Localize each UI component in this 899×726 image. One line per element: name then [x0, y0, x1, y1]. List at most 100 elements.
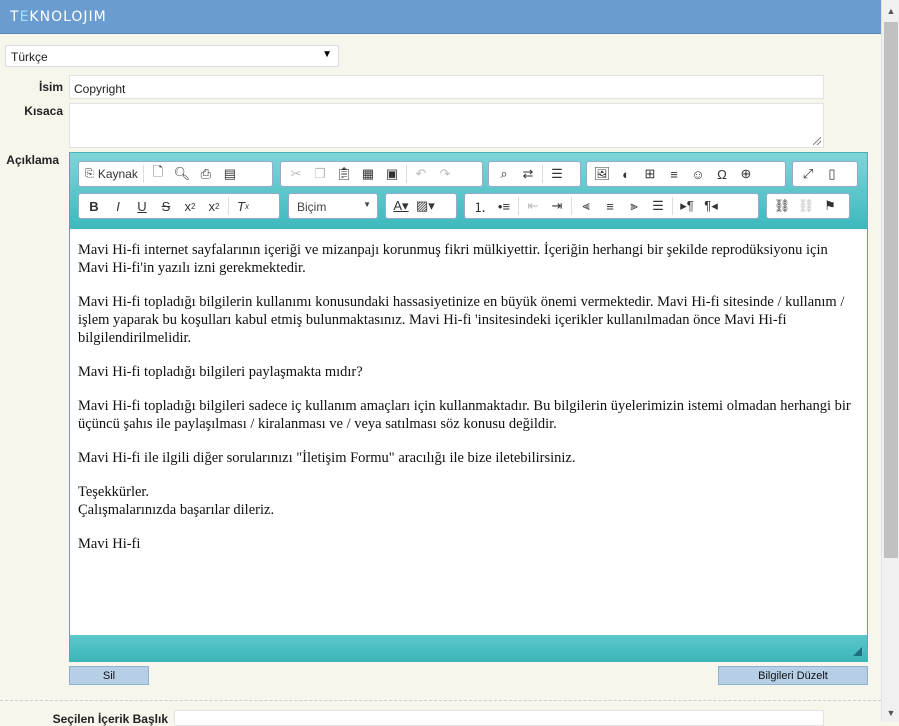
italic-icon[interactable]: I: [106, 195, 130, 217]
update-button[interactable]: Bilgileri Düzelt: [718, 666, 868, 685]
format-dropdown[interactable]: Biçim ▼: [288, 193, 378, 219]
strikethrough-icon[interactable]: S: [154, 195, 178, 217]
ltr-icon[interactable]: ▸¶: [675, 195, 699, 217]
editor-content[interactable]: Mavi Hi-fi internet sayfalarının içeriği…: [70, 229, 867, 635]
justify-icon[interactable]: ☰: [646, 195, 670, 217]
background-color-icon[interactable]: ▨▾: [413, 195, 438, 217]
paste-icon[interactable]: 📋︎: [332, 163, 356, 185]
paste-word-icon[interactable]: ▣: [380, 163, 404, 185]
paragraph: Teşekkürler.: [78, 484, 150, 500]
chevron-down-icon: ▼: [322, 49, 332, 60]
find-icon[interactable]: ⌕: [492, 163, 516, 185]
selected-title-input[interactable]: [174, 710, 824, 726]
smiley-icon[interactable]: ☺: [686, 163, 710, 185]
scroll-up-icon[interactable]: ▲: [882, 2, 899, 20]
selected-title-label: Seçilen İçerik Başlık: [52, 712, 168, 726]
bulleted-list-icon[interactable]: •≡: [492, 195, 516, 217]
rtl-icon[interactable]: ¶◂: [699, 195, 723, 217]
name-input[interactable]: Copyright: [69, 75, 824, 99]
align-center-icon[interactable]: ≡: [598, 195, 622, 217]
name-label: İsim: [38, 80, 63, 94]
toolbar-group-insert: 🖼︎ ◐ ⊞ ≡ ☺ Ω ⊕: [586, 161, 786, 187]
description-label: Açıklama: [6, 153, 59, 167]
toolbar-separator: [228, 197, 229, 215]
select-all-icon[interactable]: ☰: [545, 163, 569, 185]
align-right-icon[interactable]: ⫸: [622, 195, 646, 217]
paragraph: Mavi Hi-fi topladığı bilgileri paylaşmak…: [78, 364, 363, 380]
language-select-value: Türkçe: [11, 50, 48, 64]
format-dropdown-label: Biçim: [297, 200, 327, 214]
rich-text-editor[interactable]: ⎘ Kaynak 🗋 🔍︎ ⎙ ▤ ✂ ❐ 📋︎ ▦ ▣ ↶ ↷ ⌕ ⇄ ☰ 🖼: [69, 152, 868, 662]
toolbar-group-clipboard: ✂ ❐ 📋︎ ▦ ▣ ↶ ↷: [280, 161, 483, 187]
numbered-list-icon[interactable]: ⒈: [468, 195, 492, 217]
new-page-icon[interactable]: 🗋: [146, 163, 170, 185]
redo-icon[interactable]: ↷: [433, 163, 457, 185]
toolbar-group-paragraph: ⒈ •≡ ⇤ ⇥ ⫷ ≡ ⫸ ☰ ▸¶ ¶◂: [464, 193, 759, 219]
superscript-icon[interactable]: x2: [202, 195, 226, 217]
underline-icon[interactable]: U: [130, 195, 154, 217]
anchor-flag-icon[interactable]: ⚑: [818, 195, 842, 217]
editor-statusbar: [70, 635, 867, 661]
chevron-down-icon: ▼: [363, 200, 371, 209]
scrollbar[interactable]: ▲ ▼: [881, 0, 899, 722]
bold-icon[interactable]: B: [82, 195, 106, 217]
paragraph: Mavi Hi-fi topladığı bilgilerin kullanım…: [78, 294, 845, 346]
cut-icon[interactable]: ✂: [284, 163, 308, 185]
source-icon: ⎘: [85, 167, 94, 180]
header-bar: TEKNOLOJIM: [0, 0, 881, 34]
iframe-icon[interactable]: ⊕: [734, 163, 758, 185]
divider: [0, 700, 881, 701]
source-label: Kaynak: [97, 167, 138, 181]
indent-icon[interactable]: ⇥: [545, 195, 569, 217]
horizontal-line-icon[interactable]: ≡: [662, 163, 686, 185]
source-button[interactable]: ⎘ Kaynak: [82, 163, 141, 185]
special-char-icon[interactable]: Ω: [710, 163, 734, 185]
link-icon[interactable]: ⛓: [770, 195, 794, 217]
toolbar-separator: [672, 197, 673, 215]
unlink-icon[interactable]: ⛓: [794, 195, 818, 217]
table-icon[interactable]: ⊞: [638, 163, 662, 185]
toolbar-separator: [406, 165, 407, 183]
scrollbar-thumb[interactable]: [884, 22, 898, 558]
paragraph: Çalışmalarınızda başarılar dileriz.: [78, 502, 275, 518]
subscript-icon[interactable]: x2: [178, 195, 202, 217]
language-select[interactable]: Türkçe ▼: [5, 45, 339, 67]
toolbar-group-basicstyles: B I U S x2 x2 Tx: [78, 193, 280, 219]
paragraph: Mavi Hi-fi: [78, 536, 141, 552]
paste-text-icon[interactable]: ▦: [356, 163, 380, 185]
toolbar-separator: [542, 165, 543, 183]
paragraph: Mavi Hi-fi ile ilgili diğer sorularınızı…: [78, 450, 576, 466]
toolbar-group-view: ⤢ ▯: [792, 161, 858, 187]
toolbar-group-document: ⎘ Kaynak 🗋 🔍︎ ⎙ ▤: [78, 161, 273, 187]
templates-icon[interactable]: ▤: [218, 163, 242, 185]
toolbar-group-find: ⌕ ⇄ ☰: [488, 161, 581, 187]
image-icon[interactable]: 🖼︎: [590, 163, 614, 185]
delete-button[interactable]: Sil: [69, 666, 149, 685]
toolbar-separator: [142, 165, 144, 183]
toolbar-group-links: ⛓ ⛓ ⚑: [766, 193, 850, 219]
resize-corner-icon[interactable]: [853, 647, 862, 656]
short-textarea[interactable]: [69, 103, 824, 148]
maximize-icon[interactable]: ⤢: [796, 163, 820, 185]
text-color-icon[interactable]: A▾: [389, 195, 413, 217]
outdent-icon[interactable]: ⇤: [521, 195, 545, 217]
toolbar-separator: [518, 197, 519, 215]
toolbar-group-colors: A▾ ▨▾: [385, 193, 457, 219]
scroll-down-icon[interactable]: ▼: [882, 704, 899, 722]
print-icon[interactable]: ⎙: [194, 163, 218, 185]
paragraph: Mavi Hi-fi topladığı bilgileri sadece iç…: [78, 398, 851, 432]
editor-toolbar: ⎘ Kaynak 🗋 🔍︎ ⎙ ▤ ✂ ❐ 📋︎ ▦ ▣ ↶ ↷ ⌕ ⇄ ☰ 🖼: [70, 153, 867, 229]
remove-format-icon[interactable]: Tx: [231, 195, 255, 217]
toolbar-separator: [571, 197, 572, 215]
short-label: Kısaca: [24, 104, 63, 118]
paragraph: Mavi Hi-fi internet sayfalarının içeriği…: [78, 242, 828, 276]
replace-icon[interactable]: ⇄: [516, 163, 540, 185]
undo-icon[interactable]: ↶: [409, 163, 433, 185]
preview-icon[interactable]: 🔍︎: [170, 163, 194, 185]
show-blocks-icon[interactable]: ▯: [820, 163, 844, 185]
copy-icon[interactable]: ❐: [308, 163, 332, 185]
resize-grip-icon[interactable]: [813, 137, 821, 145]
flash-icon[interactable]: ◐: [614, 163, 638, 185]
logo: TEKNOLOJIM: [10, 9, 107, 25]
align-left-icon[interactable]: ⫷: [574, 195, 598, 217]
